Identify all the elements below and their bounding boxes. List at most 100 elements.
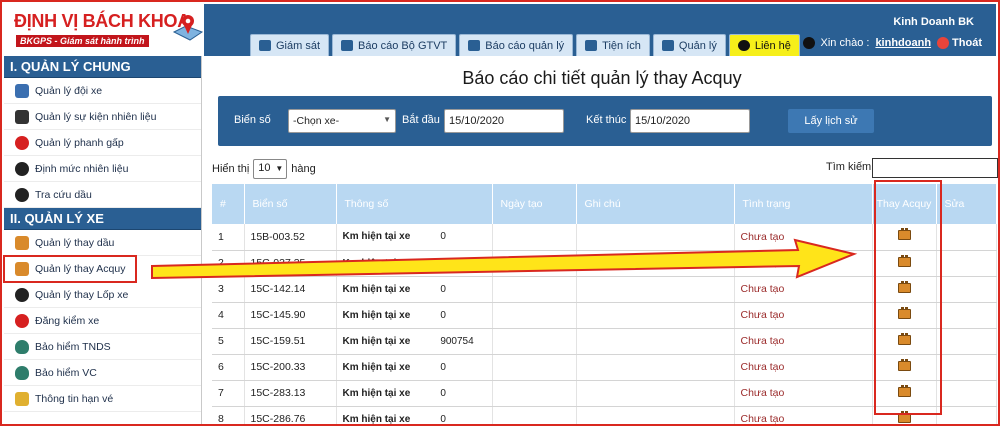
row-edit (936, 406, 997, 424)
tab-quan-ly[interactable]: Quản lý (652, 34, 726, 56)
brand-title: ĐỊNH VỊ BÁCH KHOA (14, 11, 190, 31)
sidebar-item-label: Đăng kiểm xe (35, 314, 100, 327)
row-number: 3 (212, 276, 245, 303)
sidebar-item-label: Bảo hiểm TNDS (35, 340, 111, 353)
tab-label: Tiện ích (602, 39, 641, 52)
row-plate: 15C-200.33 (244, 354, 337, 381)
tab-label: Báo cáo quản lý (485, 39, 565, 52)
plate-select[interactable]: -Chọn xe- ▼ (288, 109, 396, 133)
truck-icon (341, 40, 354, 51)
sidebar-item-label: Bảo hiểm VC (35, 366, 97, 379)
logout-button[interactable]: Thoát (937, 37, 982, 49)
user-greeting: Xin chào : kinhdoanh Thoát (802, 37, 982, 49)
row-number: 5 (212, 328, 245, 355)
row-edit (936, 302, 997, 329)
param-label: Km hiện tại xe (342, 283, 411, 295)
tab-bao-cao-quan-ly[interactable]: Báo cáo quản lý (459, 34, 574, 56)
sidebar-item-ticket-expiry[interactable]: Thông tin hạn vé (4, 386, 201, 412)
column-header: Thông số (336, 184, 493, 224)
tools-icon (585, 40, 598, 51)
rows-unit-label: hàng (291, 163, 316, 175)
battery-icon (15, 261, 29, 276)
company-name: Kinh Doanh BK (893, 16, 974, 28)
sidebar-item-label: Thông tin hạn vé (35, 392, 114, 405)
user-icon (802, 37, 815, 49)
monitor-icon (259, 40, 271, 51)
row-status: Chưa tạo (734, 380, 873, 407)
row-number: 6 (212, 354, 245, 381)
sidebar-item-hard-brake[interactable]: Quản lý phanh gấp (4, 130, 201, 156)
tab-label: Giám sát (276, 39, 321, 52)
sidebar-item-oil-change[interactable]: Quản lý thay dầu (4, 230, 201, 256)
sidebar-item-insurance-vc[interactable]: Bảo hiểm VC (4, 360, 201, 386)
get-history-button[interactable]: Lấy lịch sử (788, 109, 874, 133)
sidebar-item-label: Quản lý phanh gấp (35, 136, 124, 149)
tab-lien-he[interactable]: Liên hệ (728, 34, 800, 56)
param-label: Km hiện tại xe (342, 387, 411, 399)
phone-icon (737, 40, 750, 51)
tab-tien-ich[interactable]: Tiện ích (576, 34, 650, 56)
sidebar-item-battery-change[interactable]: Quản lý thay Acquy (3, 255, 137, 283)
row-created (492, 224, 577, 251)
param-label: Km hiện tại xe (342, 413, 411, 425)
sidebar-item-label: Định mức nhiên liệu (35, 162, 129, 175)
end-date-label: Kết thúc (586, 114, 627, 126)
tire-icon (15, 287, 29, 302)
km-value: 0 (440, 387, 446, 399)
row-number: 4 (212, 302, 245, 329)
search-label: Tìm kiếm: (826, 161, 875, 173)
row-note (576, 276, 735, 303)
row-status: Chưa tạo (734, 406, 873, 424)
row-status: Chưa tạo (734, 224, 873, 251)
screenshot-frame: ĐỊNH VỊ BÁCH KHOA BKGPS - Giám sát hành … (0, 0, 1000, 426)
show-label: Hiển thị (212, 163, 250, 175)
sidebar-item-label: Tra cứu dầu (35, 188, 92, 201)
sidebar-item-insurance-tnds[interactable]: Bảo hiểm TNDS (4, 334, 201, 360)
page-title: Báo cáo chi tiết quản lý thay Acquy (462, 68, 742, 88)
param-label: Km hiện tại xe (342, 309, 411, 321)
row-param: Km hiện tại xe 0 (336, 302, 493, 329)
sidebar-item-tire-change[interactable]: Quản lý thay Lốp xe (4, 282, 201, 308)
column-header: # (212, 184, 245, 224)
sidebar-item-label: Quản lý đội xe (35, 84, 103, 97)
row-number: 8 (212, 406, 245, 424)
wheel-icon (15, 187, 29, 202)
sidebar-item-fuel-events[interactable]: Quản lý sự kiện nhiên liệu (4, 104, 201, 130)
sidebar-item-fuel-norm[interactable]: Định mức nhiên liệu (4, 156, 201, 182)
username-link[interactable]: kinhdoanh (875, 37, 931, 49)
row-plate: 15C-159.51 (244, 328, 337, 355)
row-param: Km hiện tại xe 1000000 (336, 250, 493, 277)
sidebar-item-oil-lookup[interactable]: Tra cứu dầu (4, 182, 201, 208)
start-date-input[interactable]: 15/10/2020 (444, 109, 564, 133)
search-input[interactable] (872, 158, 998, 178)
km-value: 0 (440, 361, 446, 373)
row-edit (936, 224, 997, 251)
chevron-down-icon: ▼ (383, 115, 391, 124)
sidebar-item-fleet[interactable]: Quản lý đội xe (4, 78, 201, 104)
brake-icon (15, 135, 29, 150)
shield-icon (15, 365, 29, 380)
column-header: Sửa (936, 184, 997, 224)
row-plate: 15C-283.13 (244, 380, 337, 407)
row-plate: 15B-003.52 (244, 224, 337, 251)
row-param: Km hiện tại xe 0 (336, 224, 493, 251)
sidebar-section-general: I. QUẢN LÝ CHUNG (4, 56, 201, 78)
row-param: Km hiện tại xe 900754 (336, 328, 493, 355)
column-header: Ngày tạo (492, 184, 577, 224)
sidebar-section-vehicle: II. QUẢN LÝ XE (4, 208, 201, 230)
sidebar-item-label: Quản lý thay Acquy (35, 262, 126, 275)
row-edit (936, 276, 997, 303)
brand-logo[interactable]: ĐỊNH VỊ BÁCH KHOA BKGPS - Giám sát hành … (4, 4, 204, 56)
plate-select-value: -Chọn xe- (293, 115, 340, 127)
sidebar-item-inspection[interactable]: Đăng kiểm xe (4, 308, 201, 334)
page-size-select[interactable]: 10 ▼ (253, 159, 288, 179)
row-created (492, 302, 577, 329)
row-created (492, 250, 577, 277)
row-created (492, 276, 577, 303)
tab-bao-cao-bo-gtvt[interactable]: Báo cáo Bộ GTVT (332, 34, 457, 56)
sidebar: I. QUẢN LÝ CHUNG Quản lý đội xe Quản lý … (3, 56, 202, 424)
end-date-input[interactable]: 15/10/2020 (630, 109, 750, 133)
tab-giam-sat[interactable]: Giám sát (250, 34, 330, 56)
param-label: Km hiện tại xe (342, 231, 411, 243)
row-created (492, 380, 577, 407)
